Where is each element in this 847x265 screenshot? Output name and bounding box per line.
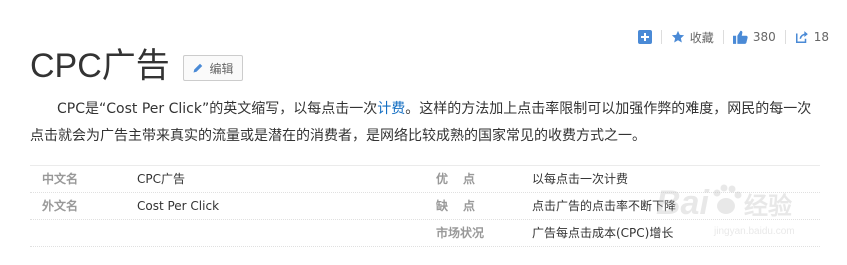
info-value: CPC广告 bbox=[137, 172, 185, 186]
info-row: 外文名 Cost Per Click 缺点 点击广告的点击率不断下降 bbox=[30, 193, 820, 220]
summary-text-before: CPC是“Cost Per Click”的英文缩写，以每点击一次 bbox=[57, 101, 378, 117]
plus-square-icon bbox=[637, 30, 652, 44]
share-icon bbox=[795, 31, 808, 44]
billing-link[interactable]: 计费 bbox=[377, 101, 405, 117]
info-name: 缺点 bbox=[436, 199, 491, 213]
share-button[interactable]: 18 bbox=[795, 30, 829, 44]
info-value: 点击广告的点击率不断下降 bbox=[532, 199, 677, 213]
info-value: 广告每点击成本(CPC)增长 bbox=[532, 226, 674, 240]
pencil-icon bbox=[193, 63, 203, 73]
favorite-label: 收藏 bbox=[689, 30, 714, 45]
share-count: 18 bbox=[813, 30, 829, 44]
info-name: 外文名 bbox=[42, 199, 79, 213]
info-value: Cost Per Click bbox=[137, 199, 220, 213]
info-value: 以每点击一次计费 bbox=[532, 172, 629, 186]
edit-button[interactable]: 编辑 bbox=[183, 55, 243, 81]
star-icon bbox=[671, 30, 684, 43]
info-row: 市场状况 广告每点击成本(CPC)增长 bbox=[30, 220, 820, 247]
page-title: CPC广告 bbox=[30, 47, 170, 85]
favorite-button[interactable]: 收藏 bbox=[671, 29, 714, 46]
toolbar-divider bbox=[660, 30, 662, 44]
toolbar-divider bbox=[722, 30, 724, 44]
toolbar-divider bbox=[784, 30, 786, 44]
info-name: 中文名 bbox=[42, 172, 79, 186]
info-name: 市场状况 bbox=[436, 226, 485, 240]
info-name: 优点 bbox=[436, 172, 491, 186]
info-row: 中文名 CPC广告 优点 以每点击一次计费 bbox=[30, 165, 820, 193]
add-button[interactable] bbox=[637, 30, 652, 44]
article-toolbar: 收藏 380 18 bbox=[637, 26, 829, 48]
summary-paragraph: CPC是“Cost Per Click”的英文缩写，以每点击一次计费。这样的方法… bbox=[30, 96, 820, 150]
basic-info-table: 中文名 CPC广告 优点 以每点击一次计费 外文名 Cost Per Click… bbox=[30, 165, 820, 247]
like-count: 380 bbox=[752, 30, 776, 44]
thumbs-up-icon bbox=[732, 30, 748, 44]
like-button[interactable]: 380 bbox=[732, 30, 776, 44]
edit-button-label: 编辑 bbox=[209, 61, 234, 76]
